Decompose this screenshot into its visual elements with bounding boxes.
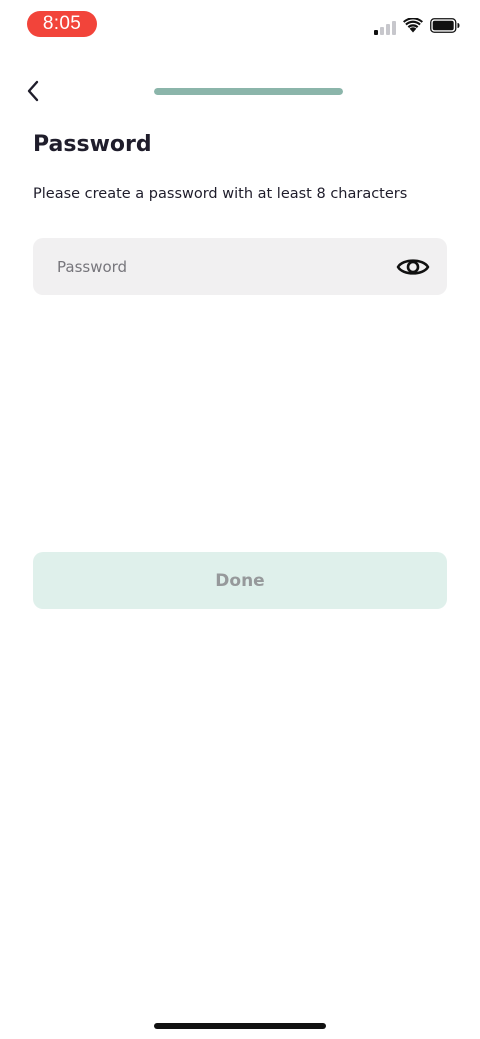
- back-button[interactable]: [18, 76, 48, 106]
- eye-icon: [396, 259, 430, 275]
- status-icons: [374, 17, 460, 38]
- page-subtitle: Please create a password with at least 8…: [33, 186, 408, 202]
- password-input[interactable]: [57, 238, 387, 295]
- wifi-icon: [403, 17, 423, 38]
- done-button[interactable]: Done: [33, 552, 447, 609]
- show-password-toggle[interactable]: [396, 250, 430, 284]
- progress-bar-fill: [154, 88, 343, 95]
- home-indicator: [154, 1023, 326, 1029]
- progress-bar: [154, 88, 343, 95]
- page-title: Password: [33, 132, 152, 157]
- password-field[interactable]: [33, 238, 447, 295]
- battery-icon: [430, 18, 460, 38]
- status-time: 8:05: [27, 11, 97, 37]
- status-bar: 8:05: [0, 0, 480, 48]
- chevron-left-icon: [27, 80, 39, 102]
- cellular-signal-icon: [374, 21, 396, 35]
